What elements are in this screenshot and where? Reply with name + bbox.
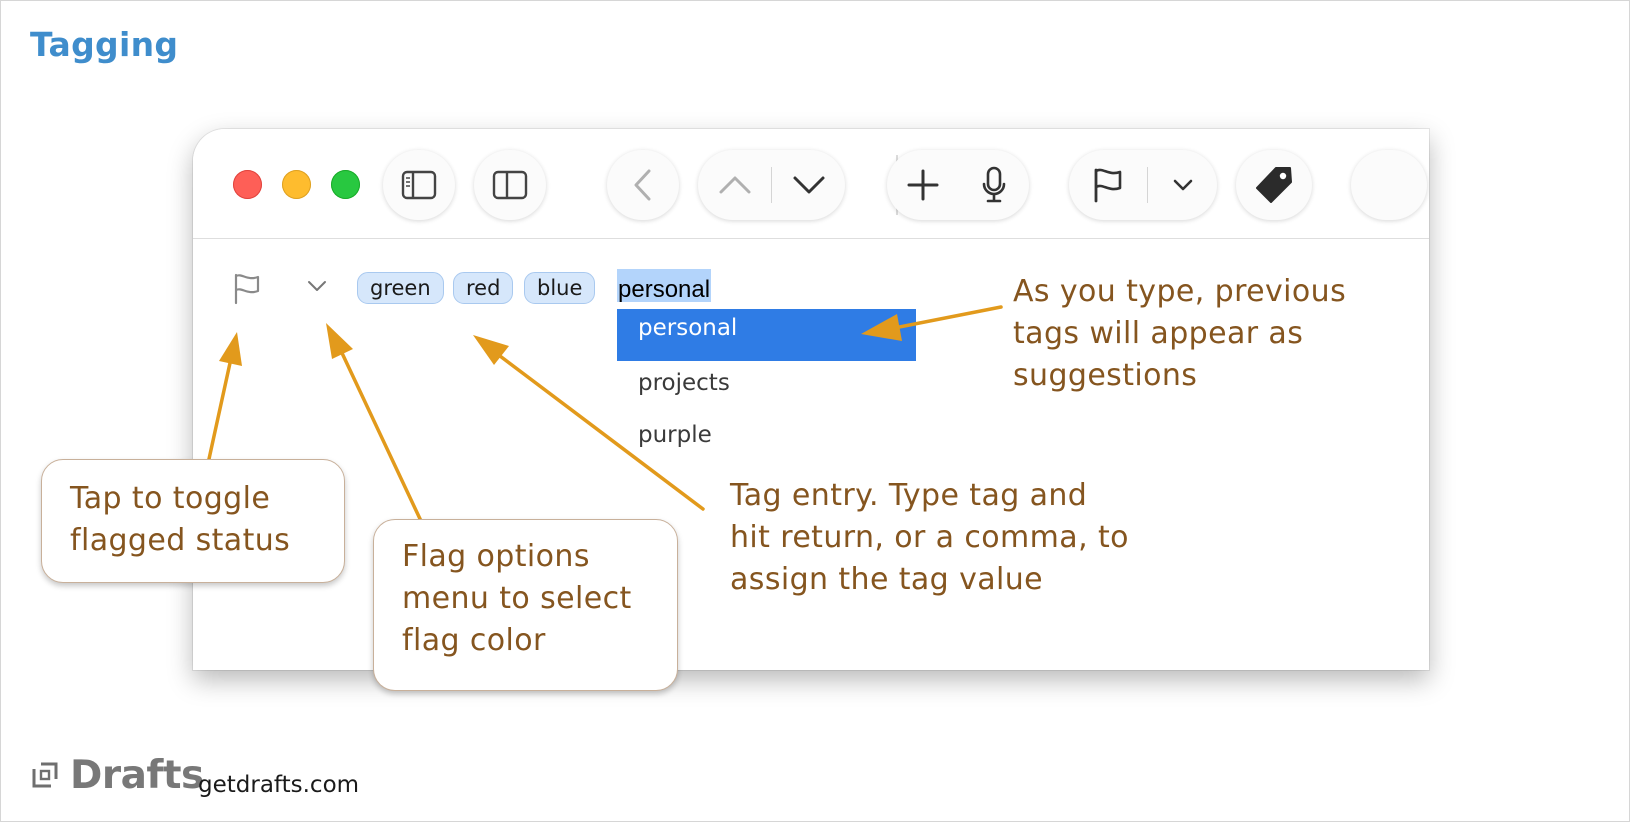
suggestion-item-personal[interactable]: personal: [617, 309, 916, 361]
annotation-line: As you type, previous: [1013, 274, 1347, 309]
tag-chip[interactable]: blue: [524, 272, 596, 304]
back-icon: [607, 150, 679, 220]
annotation-line: flagged status: [70, 523, 291, 558]
tag-entry-annotation: Tag entry. Type tag and hit return, or a…: [730, 475, 1129, 601]
chevron-down-icon[interactable]: [1148, 150, 1217, 220]
sidebar-left-icon: [383, 150, 455, 220]
flag-options-chevron-icon[interactable]: [307, 279, 327, 298]
brand-name: Drafts: [70, 753, 204, 798]
annotation-line: assign the tag value: [730, 562, 1044, 597]
toggle-right-sidebar-button[interactable]: [474, 150, 546, 220]
more-toolbar-button[interactable]: [1351, 150, 1427, 220]
annotation-line: menu to select: [402, 581, 632, 616]
site-url[interactable]: getdrafts.com: [198, 772, 359, 798]
tag-chip[interactable]: green: [357, 272, 444, 304]
create-group: [887, 150, 1029, 220]
annotation-line: suggestions: [1013, 358, 1198, 393]
drafts-logo-icon: [31, 761, 59, 794]
flag-toggle-button[interactable]: [233, 273, 261, 310]
sidebar-right-icon: [474, 150, 546, 220]
microphone-icon[interactable]: [958, 150, 1029, 220]
back-button[interactable]: [607, 150, 679, 220]
draft-navigation-group: [698, 150, 845, 220]
new-draft-icon[interactable]: [887, 150, 958, 220]
page-frame: Tagging green red blue personal personal…: [0, 0, 1630, 822]
page-title: Tagging: [30, 25, 179, 64]
tag-entry-field[interactable]: personal: [617, 269, 712, 303]
tag-icon: [1236, 150, 1312, 220]
minimize-window-button[interactable]: [282, 170, 311, 199]
flag-group: [1069, 150, 1217, 220]
previous-draft-icon[interactable]: [698, 150, 771, 220]
close-window-button[interactable]: [233, 170, 262, 199]
tag-chip[interactable]: red: [453, 272, 514, 304]
toggle-left-sidebar-button[interactable]: [383, 150, 455, 220]
next-draft-icon[interactable]: [772, 150, 845, 220]
tag-suggestions-list: personal projects purple: [617, 309, 916, 465]
annotation-line: flag color: [402, 623, 546, 658]
annotation-line: hit return, or a comma, to: [730, 520, 1129, 555]
annotation-line: Tag entry. Type tag and: [730, 478, 1088, 513]
toggle-flag-callout: Tap to toggle flagged status: [41, 459, 345, 583]
suggestion-item-purple[interactable]: purple: [617, 413, 916, 465]
suggestions-annotation: As you type, previous tags will appear a…: [1013, 271, 1346, 397]
flag-icon[interactable]: [1069, 150, 1147, 220]
tag-button[interactable]: [1236, 150, 1312, 220]
tag-entry-value: personal: [618, 276, 711, 303]
toolbar: [193, 129, 1429, 239]
suggestion-item-projects[interactable]: projects: [617, 361, 916, 413]
zoom-window-button[interactable]: [331, 170, 360, 199]
annotation-line: tags will appear as: [1013, 316, 1304, 351]
flag-options-callout: Flag options menu to select flag color: [373, 519, 678, 691]
annotation-line: Tap to toggle: [70, 481, 271, 516]
annotation-line: Flag options: [402, 539, 590, 574]
